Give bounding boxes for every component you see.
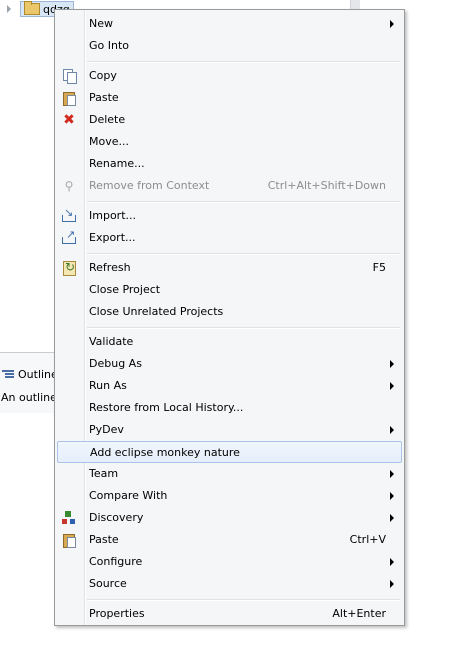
menu-item-shortcut: Alt+Enter (332, 607, 386, 620)
submenu-arrow-icon (390, 580, 394, 588)
menu-item-export[interactable]: Export... (57, 227, 402, 249)
submenu-arrow-icon (390, 382, 394, 390)
menu-item-label: Close Unrelated Projects (89, 305, 224, 318)
menu-item-go-into[interactable]: Go Into (57, 35, 402, 57)
discovery-icon (61, 510, 77, 526)
menu-item-new[interactable]: New (57, 13, 402, 35)
menu-item-properties[interactable]: Properties Alt+Enter (57, 603, 402, 625)
menu-item-pydev[interactable]: PyDev (57, 419, 402, 441)
refresh-icon (61, 260, 77, 276)
menu-item-label: Move... (89, 135, 129, 148)
menu-item-label: New (89, 17, 113, 30)
menu-item-label: Validate (89, 335, 134, 348)
expand-arrow-icon[interactable] (6, 5, 14, 13)
menu-item-debug-as[interactable]: Debug As (57, 353, 402, 375)
menu-separator (87, 201, 400, 203)
paste-icon (61, 532, 77, 548)
submenu-arrow-icon (390, 470, 394, 478)
menu-item-label: Discovery (89, 511, 144, 524)
outline-tab-label: Outline (18, 368, 58, 381)
delete-icon: ✖ (63, 112, 75, 128)
menu-item-discovery[interactable]: Discovery (57, 507, 402, 529)
menu-item-import[interactable]: Import... (57, 205, 402, 227)
menu-item-label: Run As (89, 379, 127, 392)
submenu-arrow-icon (390, 360, 394, 368)
menu-separator (87, 253, 400, 255)
menu-item-label: PyDev (89, 423, 124, 436)
menu-item-remove-from-context: ⚲ Remove from Context Ctrl+Alt+Shift+Dow… (57, 175, 402, 197)
menu-item-configure[interactable]: Configure (57, 551, 402, 573)
submenu-arrow-icon (390, 514, 394, 522)
context-menu: New Go Into Copy Paste ✖ Delete Move... … (54, 9, 405, 626)
menu-item-shortcut: Ctrl+V (349, 533, 386, 546)
menu-item-label: Close Project (89, 283, 161, 296)
tab-outline[interactable]: Outline (2, 368, 58, 381)
menu-item-label: Restore from Local History... (89, 401, 244, 414)
menu-item-validate[interactable]: Validate (57, 331, 402, 353)
menu-separator (87, 61, 400, 63)
submenu-arrow-icon (390, 492, 394, 500)
menu-item-copy[interactable]: Copy (57, 65, 402, 87)
menu-separator (87, 599, 400, 601)
outline-icon (2, 369, 14, 380)
menu-item-close-unrelated-projects[interactable]: Close Unrelated Projects (57, 301, 402, 323)
menu-item-restore-local-history[interactable]: Restore from Local History... (57, 397, 402, 419)
menu-item-label: Import... (89, 209, 136, 222)
menu-item-label: Compare With (89, 489, 168, 502)
paste-icon (61, 90, 77, 106)
menu-item-label: Debug As (89, 357, 142, 370)
menu-item-team[interactable]: Team (57, 463, 402, 485)
submenu-arrow-icon (390, 426, 394, 434)
remove-context-icon: ⚲ (64, 179, 74, 193)
menu-item-add-eclipse-monkey-nature[interactable]: Add eclipse monkey nature (57, 441, 402, 463)
menu-item-paste-2[interactable]: Paste Ctrl+V (57, 529, 402, 551)
menu-item-label: Export... (89, 231, 136, 244)
outline-message: An outline (1, 391, 57, 404)
menu-item-run-as[interactable]: Run As (57, 375, 402, 397)
project-folder-icon (24, 1, 40, 15)
menu-item-label: Go Into (89, 39, 130, 52)
menu-item-move[interactable]: Move... (57, 131, 402, 153)
import-icon (61, 206, 77, 224)
outline-panel: Outline An outline (0, 352, 60, 413)
menu-item-label: Refresh (89, 261, 131, 274)
menu-item-label: Paste (89, 533, 119, 546)
menu-item-label: Remove from Context (89, 179, 210, 192)
menu-separator (87, 327, 400, 329)
menu-item-label: Configure (89, 555, 143, 568)
menu-item-rename[interactable]: Rename... (57, 153, 402, 175)
submenu-arrow-icon (390, 558, 394, 566)
submenu-arrow-icon (390, 20, 394, 28)
menu-item-refresh[interactable]: Refresh F5 (57, 257, 402, 279)
menu-item-label: Team (89, 467, 119, 480)
menu-item-close-project[interactable]: Close Project (57, 279, 402, 301)
menu-item-delete[interactable]: ✖ Delete (57, 109, 402, 131)
menu-item-paste[interactable]: Paste (57, 87, 402, 109)
menu-item-shortcut: Ctrl+Alt+Shift+Down (267, 179, 386, 192)
menu-item-label: Copy (89, 69, 117, 82)
menu-item-label: Properties (89, 607, 145, 620)
menu-item-shortcut: F5 (372, 261, 386, 274)
copy-icon (61, 68, 77, 84)
menu-item-label: Source (89, 577, 127, 590)
export-icon (61, 228, 77, 246)
menu-item-label: Rename... (89, 157, 145, 170)
menu-item-compare-with[interactable]: Compare With (57, 485, 402, 507)
menu-item-label: Paste (89, 91, 119, 104)
menu-item-source[interactable]: Source (57, 573, 402, 595)
menu-item-label: Delete (89, 113, 126, 126)
menu-item-label: Add eclipse monkey nature (90, 446, 240, 459)
